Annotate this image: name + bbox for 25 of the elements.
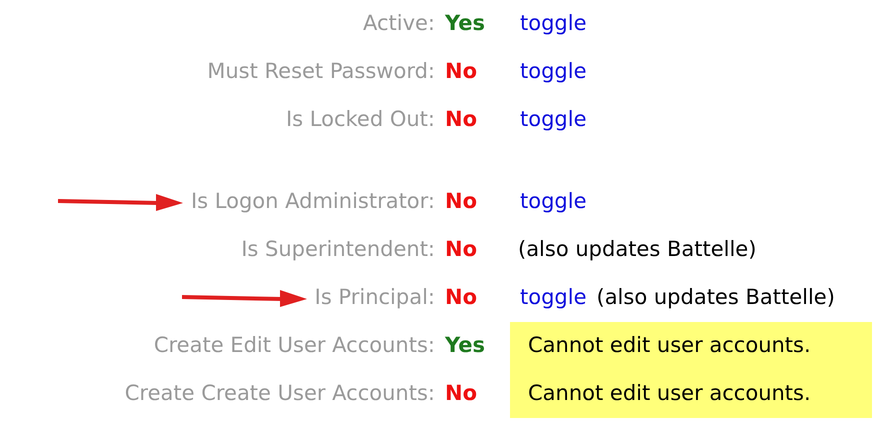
field-label: Is Principal: xyxy=(314,284,435,312)
field-label: Is Superintendent: xyxy=(241,236,435,264)
field-label: Is Locked Out: xyxy=(286,106,435,134)
status-value: No xyxy=(445,284,478,312)
warning-note: Cannot edit user accounts. xyxy=(510,322,872,370)
field-label: Create Create User Accounts: xyxy=(124,380,435,408)
status-value: No xyxy=(445,106,478,134)
warning-note: Cannot edit user accounts. xyxy=(510,370,872,418)
toggle-link[interactable]: toggle xyxy=(520,186,586,218)
field-label: Create Edit User Accounts: xyxy=(154,332,435,360)
field-label: Is Logon Administrator: xyxy=(190,188,435,216)
toggle-link[interactable]: toggle xyxy=(520,56,586,88)
note-text: (also updates Battelle) xyxy=(596,284,835,312)
toggle-link[interactable]: toggle xyxy=(520,282,586,314)
field-label: Must Reset Password: xyxy=(207,58,435,86)
status-value: No xyxy=(445,58,478,86)
status-value: No xyxy=(445,380,478,408)
field-label: Active: xyxy=(362,10,435,38)
toggle-link[interactable]: toggle xyxy=(520,104,586,136)
note-text: (also updates Battelle) xyxy=(518,236,756,264)
status-value: No xyxy=(445,188,478,216)
toggle-link[interactable]: toggle xyxy=(520,8,586,40)
status-value: Yes xyxy=(445,10,486,38)
status-value: No xyxy=(445,236,478,264)
status-value: Yes xyxy=(445,332,486,360)
